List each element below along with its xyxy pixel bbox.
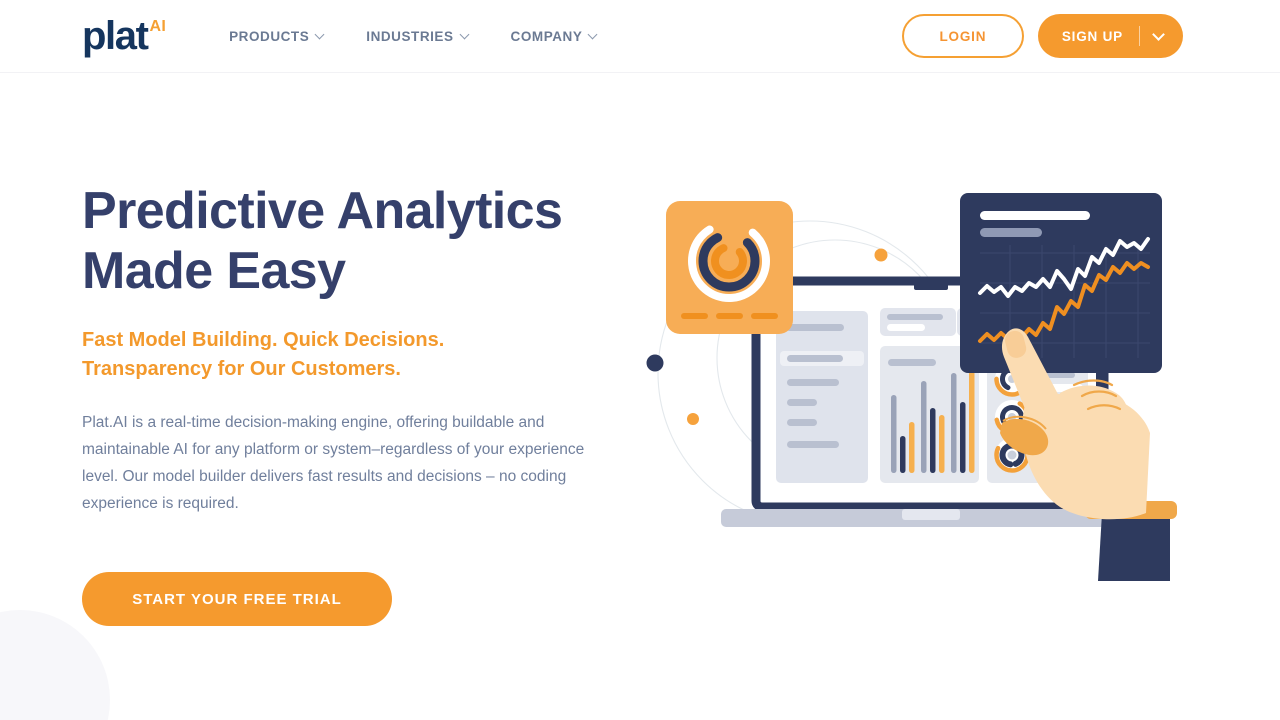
nav-item-industries[interactable]: INDUSTRIES — [366, 29, 468, 44]
nav-item-company[interactable]: COMPANY — [511, 29, 598, 44]
signup-divider — [1139, 26, 1140, 46]
page-title: Predictive Analytics Made Easy — [82, 181, 640, 301]
chevron-down-icon — [461, 31, 469, 39]
main-navigation: PRODUCTS INDUSTRIES COMPANY — [229, 29, 597, 44]
page-title-line-1: Predictive Analytics — [82, 182, 563, 240]
page-root: plat AI PRODUCTS INDUSTRIES COMPANY LOGI… — [0, 0, 1280, 720]
chevron-down-icon — [316, 31, 324, 39]
nav-item-products[interactable]: PRODUCTS — [229, 29, 324, 44]
header-actions: LOGIN SIGN UP — [901, 14, 1183, 58]
start-free-trial-button[interactable]: START YOUR FREE TRIAL — [82, 572, 392, 626]
nav-item-label: INDUSTRIES — [366, 28, 454, 44]
nav-item-label: PRODUCTS — [229, 28, 310, 44]
chevron-down-icon — [589, 31, 597, 39]
predictive-analytics-illustration — [646, 193, 1177, 581]
hero-illustration-column — [640, 73, 1280, 720]
signup-button[interactable]: SIGN UP — [1037, 14, 1183, 58]
hero-subtitle-line-1: Fast Model Building. Quick Decisions. — [82, 329, 445, 351]
logo-ai-superscript: AI — [149, 18, 167, 35]
nav-item-label: COMPANY — [510, 28, 583, 44]
logo-wordmark: plat — [82, 14, 149, 58]
orbit-dot-navy — [646, 354, 664, 372]
hero-description: Plat.AI is a real-time decision-making e… — [82, 414, 585, 512]
hero-text-column: Predictive Analytics Made Easy Fast Mode… — [0, 73, 640, 720]
site-header: plat AI PRODUCTS INDUSTRIES COMPANY LOGI… — [0, 0, 1280, 73]
orbit-dot-orange-top — [874, 248, 888, 262]
chevron-down-icon — [1154, 32, 1163, 41]
orange-logo-card — [666, 201, 793, 334]
login-button[interactable]: LOGIN — [901, 14, 1024, 58]
hero-subtitle: Fast Model Building. Quick Decisions. Tr… — [82, 326, 640, 384]
laptop-left-text-panel — [776, 311, 868, 483]
page-title-line-2: Made Easy — [82, 242, 346, 300]
signup-button-label: SIGN UP — [1061, 28, 1123, 44]
hero-subtitle-line-2: Transparency for Our Customers. — [82, 358, 401, 380]
dark-chart-panel — [960, 193, 1162, 373]
orbit-dot-orange-inner — [687, 413, 699, 425]
plat-ai-logo[interactable]: plat AI — [82, 16, 166, 56]
hero-section: Predictive Analytics Made Easy Fast Mode… — [0, 73, 1280, 720]
